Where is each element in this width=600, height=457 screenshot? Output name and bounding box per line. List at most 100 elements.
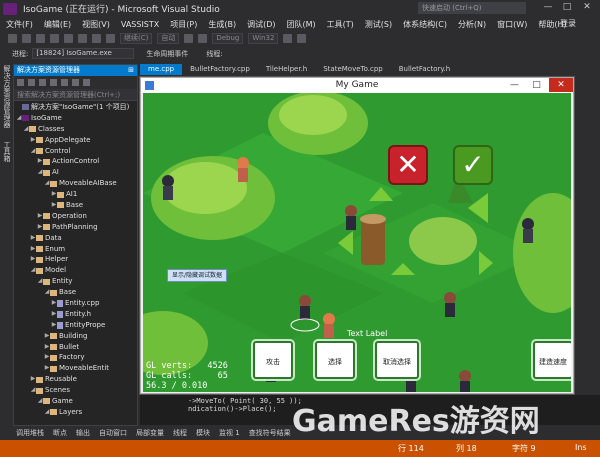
attack-button[interactable]: 攻击 [253, 341, 293, 379]
stop-icon[interactable] [198, 34, 208, 43]
tab-toolbox[interactable]: 工具箱 [2, 141, 12, 162]
menu-vassistx[interactable]: VASSISTX [121, 20, 159, 29]
back-icon[interactable] [8, 34, 17, 43]
menu-analyze[interactable]: 分析(N) [458, 19, 486, 30]
tab-find-symbol-results[interactable]: 查找符号结果 [249, 428, 291, 438]
process-dropdown[interactable]: [18824] IsoGame.exe [32, 48, 135, 59]
collapse-all-icon[interactable] [72, 79, 79, 86]
soldier-unit[interactable] [299, 295, 311, 320]
tab-solution-explorer[interactable]: 解决方案资源管理器 [2, 65, 12, 128]
cancel-select-button[interactable]: 取消选择 [375, 341, 419, 379]
save-icon[interactable] [64, 34, 73, 43]
soldier-unit[interactable] [237, 157, 249, 182]
soldier-unit[interactable] [522, 218, 534, 243]
tree-node[interactable]: ▶ Helper [14, 254, 137, 265]
game-canvas[interactable]: ✕ ✓ 显示/隐藏调试数据 Text Label 攻击 选择 取消选择 建造速度… [143, 93, 571, 392]
tree-node[interactable]: ▶ Building [14, 331, 137, 342]
tree-node[interactable]: ▶ Enum [14, 244, 137, 255]
tree-node[interactable]: ▶ Base [14, 200, 137, 211]
soldier-unit[interactable] [459, 370, 471, 392]
auto-dropdown[interactable]: 自动 [157, 33, 180, 44]
maximize-button[interactable]: □ [560, 1, 574, 14]
editor-tab[interactable]: BulletFactory.cpp [182, 64, 258, 75]
find-icon[interactable] [283, 34, 293, 43]
home-icon[interactable] [39, 79, 46, 86]
tab-modules[interactable]: 模块 [196, 428, 210, 438]
tree-node[interactable]: ◢ IsoGame [14, 113, 137, 124]
menu-tools[interactable]: 工具(T) [327, 19, 354, 30]
soldier-unit[interactable] [323, 313, 335, 338]
solution-search-input[interactable]: 搜索解决方案资源管理器(Ctrl+;) [14, 89, 137, 101]
tree-node[interactable]: ▶ ActionControl [14, 156, 137, 167]
tab-call-stack[interactable]: 调用堆栈 [16, 428, 44, 438]
tab-watch-1[interactable]: 监视 1 [219, 428, 240, 438]
redo-icon[interactable] [106, 34, 115, 43]
properties-icon[interactable] [83, 79, 90, 86]
settings-icon[interactable] [297, 34, 307, 43]
tree-node[interactable]: ▶ Data [14, 233, 137, 244]
tree-node[interactable]: 解决方案"IsoGame"(1 个项目) [14, 102, 137, 113]
tab-threads[interactable]: 线程 [173, 428, 187, 438]
continue-button[interactable]: 继续(C) [120, 33, 153, 44]
pin-icon[interactable]: ⊞ [128, 65, 134, 76]
tree-node[interactable]: ▶ MoveableEntit [14, 363, 137, 374]
pause-icon[interactable] [184, 34, 194, 43]
build-speed-button[interactable]: 建造速度 [533, 341, 571, 379]
game-close-button[interactable]: ✕ [549, 78, 573, 92]
menu-window[interactable]: 窗口(W) [497, 19, 527, 30]
soldier-unit[interactable] [162, 175, 174, 200]
tree-node[interactable]: ◢ MoveableAIBase [14, 178, 137, 189]
lifecycle-events-dropdown[interactable]: 生命周期事件 [146, 49, 188, 59]
soldier-unit[interactable] [345, 205, 357, 230]
menu-edit[interactable]: 编辑(E) [44, 19, 71, 30]
forward-icon[interactable] [28, 79, 35, 86]
menu-file[interactable]: 文件(F) [6, 19, 33, 30]
tree-node[interactable]: ◢ Model [14, 265, 137, 276]
menu-project[interactable]: 项目(P) [170, 19, 197, 30]
cancel-build-button[interactable]: ✕ [388, 145, 428, 185]
sync-icon[interactable] [50, 79, 57, 86]
login-link[interactable]: 登录 [560, 18, 576, 29]
tree-node[interactable]: ▶ Entity.cpp [14, 298, 137, 309]
minimize-button[interactable]: — [541, 1, 555, 14]
tree-node[interactable]: ▶ AI1 [14, 189, 137, 200]
tree-node[interactable]: ◢ Base [14, 287, 137, 298]
tree-node[interactable]: ▶ Entity.h [14, 309, 137, 320]
tab-output[interactable]: 输出 [76, 428, 90, 438]
menu-team[interactable]: 团队(M) [286, 19, 315, 30]
tree-node[interactable]: ▶ Reusable [14, 374, 137, 385]
tab-autos[interactable]: 自动窗口 [99, 428, 127, 438]
tree-node[interactable]: ◢ AI [14, 167, 137, 178]
tree-node[interactable]: ▶ EntityPrope [14, 320, 137, 331]
editor-tab[interactable]: me.cpp [140, 64, 183, 75]
tree-node[interactable]: ▶ AppDelegate [14, 135, 137, 146]
menu-build[interactable]: 生成(B) [208, 19, 236, 30]
tree-node[interactable]: ◢ Game [14, 396, 137, 407]
menu-view[interactable]: 视图(V) [82, 19, 110, 30]
tab-locals[interactable]: 局部变量 [136, 428, 164, 438]
editor-tab[interactable]: StateMoveTo.cpp [315, 64, 391, 75]
tree-node[interactable]: ◢ Layers [14, 407, 137, 418]
new-file-icon[interactable] [36, 34, 45, 43]
soldier-unit[interactable] [444, 292, 456, 317]
tree-node[interactable]: ▶ Bullet [14, 342, 137, 353]
game-window[interactable]: My Game — □ ✕ ✕ ✓ 显示/隐藏调试数据 Text Label 攻… [140, 77, 574, 394]
game-maximize-button[interactable]: □ [530, 80, 543, 90]
editor-tab[interactable]: BulletFactory.h [391, 64, 458, 75]
config-dropdown[interactable]: Debug [212, 33, 244, 44]
select-button[interactable]: 选择 [315, 341, 355, 379]
tree-node[interactable]: ◢ Scenes [14, 385, 137, 396]
tree-node[interactable]: ◢ Classes [14, 124, 137, 135]
game-minimize-button[interactable]: — [508, 80, 521, 90]
tree-node[interactable]: ◢ Entity [14, 276, 137, 287]
editor-tab[interactable]: TileHelper.h [258, 64, 315, 75]
tree-node[interactable]: ▶ PathPlanning [14, 222, 137, 233]
close-button[interactable]: ✕ [580, 1, 594, 14]
platform-dropdown[interactable]: Win32 [248, 33, 279, 44]
quick-launch-input[interactable]: 快速启动 (Ctrl+Q) [418, 2, 526, 14]
save-all-icon[interactable] [78, 34, 87, 43]
tree-node[interactable]: ▶ Factory [14, 352, 137, 363]
refresh-icon[interactable] [61, 79, 68, 86]
undo-icon[interactable] [92, 34, 101, 43]
tab-breakpoints[interactable]: 断点 [53, 428, 67, 438]
